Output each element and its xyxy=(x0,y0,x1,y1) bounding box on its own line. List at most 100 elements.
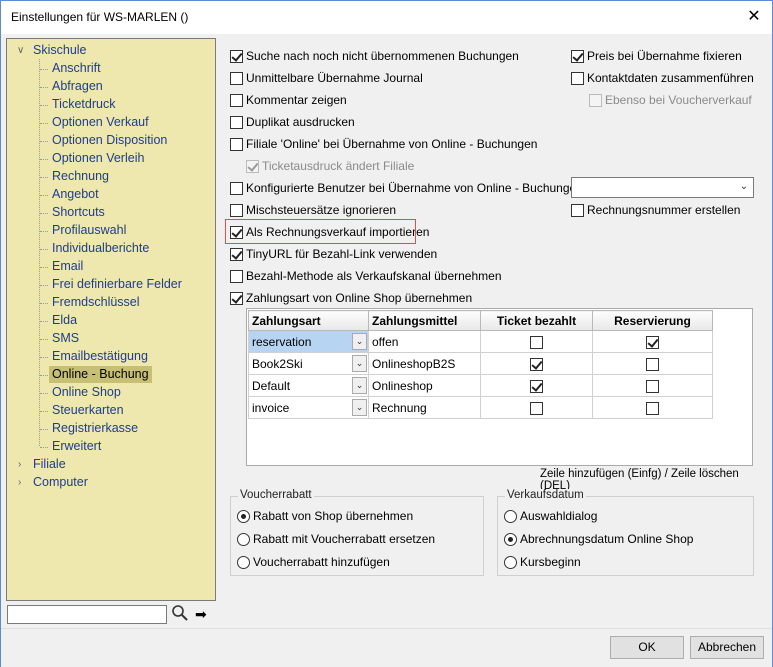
option-checkbox[interactable]: Kommentar zeigen xyxy=(230,92,347,108)
checkbox[interactable] xyxy=(646,335,659,349)
checkbox[interactable] xyxy=(530,379,543,393)
radio-button[interactable] xyxy=(504,509,517,523)
expand-icon[interactable]: › xyxy=(18,456,28,473)
tree-item[interactable]: Online Shop xyxy=(52,384,121,401)
radio-option[interactable]: Kursbeginn xyxy=(504,554,581,570)
zahlungsmittel-cell[interactable]: offen xyxy=(368,330,481,353)
radio-button[interactable] xyxy=(504,532,517,546)
close-icon[interactable]: ✕ xyxy=(744,7,764,27)
checkbox[interactable] xyxy=(230,247,243,261)
checkbox[interactable] xyxy=(230,71,243,85)
table-row[interactable]: invoice ⌄ Rechnung xyxy=(248,396,713,419)
checkbox[interactable] xyxy=(571,203,584,217)
option-checkbox[interactable]: Zahlungsart von Online Shop übernehmen xyxy=(230,290,472,306)
option-checkbox[interactable]: Bezahl-Methode als Verkaufskanal überneh… xyxy=(230,268,502,284)
tree-item[interactable]: Online - Buchung xyxy=(49,366,152,383)
collapse-icon[interactable]: ∨ xyxy=(17,42,27,59)
checkbox[interactable] xyxy=(646,379,659,393)
chevron-down-icon[interactable]: ⌄ xyxy=(352,377,367,394)
tree-item[interactable]: Rechnung xyxy=(52,168,109,185)
user-combo[interactable]: ⌄ xyxy=(571,177,754,198)
expand-icon[interactable]: › xyxy=(18,474,28,491)
radio-option[interactable]: Auswahldialog xyxy=(504,508,597,524)
checkbox[interactable] xyxy=(530,335,543,349)
option-checkbox[interactable]: Mischsteuersätze ignorieren xyxy=(230,202,396,218)
radio-button[interactable] xyxy=(237,532,250,546)
checkbox[interactable] xyxy=(230,93,243,107)
checkbox[interactable] xyxy=(646,401,659,415)
tree-item[interactable]: Emailbestätigung xyxy=(52,348,148,365)
option-checkbox[interactable]: TinyURL für Bezahl-Link verwenden xyxy=(230,246,437,262)
option-checkbox[interactable]: Preis bei Übernahme fixieren xyxy=(571,48,742,64)
tree-item[interactable]: Filiale xyxy=(33,456,66,473)
option-checkbox[interactable]: Ebenso bei Voucherverkauf xyxy=(589,92,752,108)
tree-item[interactable]: Steuerkarten xyxy=(52,402,124,419)
column-header-reservierung[interactable]: Reservierung xyxy=(592,310,713,331)
radio-option[interactable]: Rabatt mit Voucherrabatt ersetzen xyxy=(237,531,435,547)
tree-item[interactable]: Anschrift xyxy=(52,60,101,77)
radio-button[interactable] xyxy=(237,509,250,523)
option-checkbox[interactable]: Filiale 'Online' bei Übernahme von Onlin… xyxy=(230,136,537,152)
checkbox[interactable] xyxy=(230,181,243,195)
search-icon[interactable] xyxy=(171,604,189,622)
tree-item[interactable]: Optionen Verkauf xyxy=(52,114,149,131)
reservierung-cell[interactable] xyxy=(592,396,713,419)
ticket-bezahlt-cell[interactable] xyxy=(480,374,593,397)
checkbox[interactable] xyxy=(530,357,543,371)
chevron-down-icon[interactable]: ⌄ xyxy=(352,333,367,350)
reservierung-cell[interactable] xyxy=(592,374,713,397)
zahlungsmittel-cell[interactable]: Rechnung xyxy=(368,396,481,419)
ticket-bezahlt-cell[interactable] xyxy=(480,330,593,353)
tree-item[interactable]: Angebot xyxy=(52,186,99,203)
zahlungsart-cell[interactable]: Book2Ski ⌄ xyxy=(248,352,369,375)
option-checkbox[interactable]: Suche nach noch nicht übernommenen Buchu… xyxy=(230,48,519,64)
checkbox[interactable] xyxy=(646,357,659,371)
checkbox[interactable] xyxy=(230,137,243,151)
option-checkbox[interactable]: Duplikat ausdrucken xyxy=(230,114,355,130)
tree-item[interactable]: Abfragen xyxy=(52,78,103,95)
radio-option[interactable]: Rabatt von Shop übernehmen xyxy=(237,508,413,524)
checkbox[interactable] xyxy=(230,269,243,283)
tree-item[interactable]: Registrierkasse xyxy=(52,420,138,437)
checkbox[interactable] xyxy=(589,93,602,107)
radio-option[interactable]: Voucherrabatt hinzufügen xyxy=(237,554,390,570)
zahlungsart-cell[interactable]: Default ⌄ xyxy=(248,374,369,397)
tree-item[interactable]: Email xyxy=(52,258,83,275)
tree-item[interactable]: Fremdschlüssel xyxy=(52,294,140,311)
cancel-button[interactable]: Abbrechen xyxy=(690,636,764,659)
reservierung-cell[interactable] xyxy=(592,352,713,375)
option-checkbox[interactable]: Konfigurierte Benutzer bei Übernahme von… xyxy=(230,180,583,196)
checkbox[interactable] xyxy=(530,401,543,415)
checkbox[interactable] xyxy=(571,71,584,85)
option-checkbox[interactable]: Ticketausdruck ändert Filiale xyxy=(246,158,414,174)
zahlungsart-cell[interactable]: reservation ⌄ xyxy=(248,330,369,353)
radio-button[interactable] xyxy=(237,555,250,569)
radio-option[interactable]: Abrechnungsdatum Online Shop xyxy=(504,531,693,547)
tree-item[interactable]: Computer xyxy=(33,474,88,491)
tree-search-input[interactable] xyxy=(7,605,167,624)
ticket-bezahlt-cell[interactable] xyxy=(480,396,593,419)
reservierung-cell[interactable] xyxy=(592,330,713,353)
zahlungsmittel-cell[interactable]: OnlineshopB2S xyxy=(368,352,481,375)
option-checkbox[interactable]: Rechnungsnummer erstellen xyxy=(571,202,740,218)
tree-item[interactable]: Elda xyxy=(52,312,77,329)
ok-button[interactable]: OK xyxy=(610,636,684,659)
tree-item-skischule[interactable]: Skischule xyxy=(33,42,87,59)
chevron-down-icon[interactable]: ⌄ xyxy=(352,399,367,416)
tree-item[interactable]: Erweitert xyxy=(52,438,101,455)
tree-item[interactable]: Profilauswahl xyxy=(52,222,126,239)
option-checkbox[interactable]: Kontaktdaten zusammenführen xyxy=(571,70,754,86)
tree-item[interactable]: Frei definierbare Felder xyxy=(52,276,182,293)
zahlungsart-cell[interactable]: invoice ⌄ xyxy=(248,396,369,419)
table-row[interactable]: Book2Ski ⌄ OnlineshopB2S xyxy=(248,352,713,375)
checkbox[interactable] xyxy=(230,115,243,129)
option-checkbox[interactable]: Unmittelbare Übernahme Journal xyxy=(230,70,423,86)
tree-item[interactable]: Ticketdruck xyxy=(52,96,115,113)
tree-item[interactable]: SMS xyxy=(52,330,79,347)
checkbox[interactable] xyxy=(571,49,584,63)
tree-item[interactable]: Individualberichte xyxy=(52,240,149,257)
ticket-bezahlt-cell[interactable] xyxy=(480,352,593,375)
zahlungsmittel-cell[interactable]: Onlineshop xyxy=(368,374,481,397)
column-header-zahlungsart[interactable]: Zahlungsart xyxy=(248,310,369,331)
checkbox[interactable] xyxy=(230,203,243,217)
